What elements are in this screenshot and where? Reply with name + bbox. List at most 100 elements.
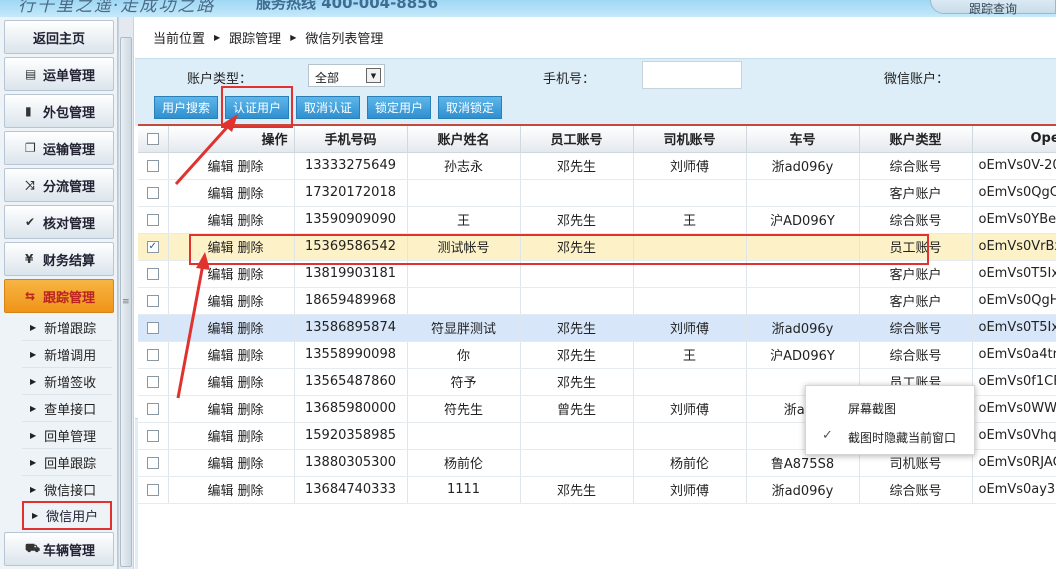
table-row[interactable]: 编辑 删除 13684740333 1111 邓先生 刘师傅 浙ad096y 综合账号 oEmV… <box>138 476 1056 504</box>
delete-link[interactable]: 删除 <box>237 457 263 472</box>
sidebar-item-finance[interactable]: ¥ 财务结算 <box>4 242 114 276</box>
row-checkbox[interactable] <box>146 321 159 334</box>
row-checkbox[interactable] <box>146 213 159 226</box>
col-header-driver[interactable]: 司机账号 <box>633 126 747 153</box>
phone-input[interactable] <box>642 61 742 89</box>
row-checkbox[interactable] <box>146 186 159 199</box>
checkbox[interactable] <box>138 368 169 396</box>
delete-link[interactable]: 删除 <box>237 484 263 499</box>
delete-link[interactable]: 删除 <box>237 349 263 364</box>
sub-item-new-dispatch[interactable]: ▶ 新增调用 <box>22 341 112 368</box>
sub-item-query-api[interactable]: ▶ 查单接口 <box>22 395 112 422</box>
col-header-plate[interactable]: 车号 <box>746 126 860 153</box>
sub-item-wechat-api[interactable]: ▶ 微信接口 <box>22 476 112 503</box>
checkbox[interactable] <box>138 449 169 477</box>
delete-link[interactable]: 删除 <box>237 403 263 418</box>
chevron-down-icon[interactable]: ▼ <box>366 68 381 83</box>
sidebar-item-outsourcing[interactable]: ▮ 外包管理 <box>4 94 114 128</box>
row-checkbox[interactable] <box>146 456 159 469</box>
certify-user-button[interactable]: 认证用户 <box>225 96 289 119</box>
edit-link[interactable]: 编辑 <box>207 403 233 418</box>
row-checkbox[interactable] <box>146 267 159 280</box>
breadcrumb-level1[interactable]: 跟踪管理 <box>229 28 281 47</box>
col-header-name[interactable]: 账户姓名 <box>407 126 521 153</box>
checkbox[interactable] <box>146 132 159 145</box>
table-row[interactable]: 编辑 删除 18659489968 客户账户 oEmVs0QgH <box>138 287 1056 315</box>
delete-link[interactable]: 删除 <box>237 322 263 337</box>
checkbox[interactable] <box>138 179 169 207</box>
cancel-certify-button[interactable]: 取消认证 <box>296 96 360 119</box>
edit-link[interactable]: 编辑 <box>207 214 233 229</box>
edit-link[interactable]: 编辑 <box>207 160 233 175</box>
sub-item-new-tracking[interactable]: ▶ 新增跟踪 <box>22 314 112 341</box>
splitter-grip-icon[interactable]: ≡ <box>122 298 130 307</box>
edit-link[interactable]: 编辑 <box>207 241 233 256</box>
table-row[interactable]: 编辑 删除 13558990098 你邓先生王沪AD096Y 综合账号 oEmVs0a4t… <box>138 341 1056 369</box>
sidebar-item-verify[interactable]: ✔ 核对管理 <box>4 205 114 239</box>
row-checkbox[interactable] <box>146 294 159 307</box>
sub-item-receipt-manage[interactable]: ▶ 回单管理 <box>22 422 112 449</box>
sidebar-item-waybill[interactable]: ▤ 运单管理 <box>4 57 114 91</box>
sidebar-scrollbar[interactable]: ≡ <box>118 17 134 569</box>
sidebar-item-diversion[interactable]: ⤨ 分流管理 <box>4 168 114 202</box>
checkbox[interactable] <box>138 314 169 342</box>
checkbox[interactable] <box>138 422 169 450</box>
sidebar-item-transport[interactable]: ❐ 运输管理 <box>4 131 114 165</box>
delete-link[interactable]: 删除 <box>237 295 263 310</box>
col-header-type[interactable]: 账户类型 <box>859 126 973 153</box>
edit-link[interactable]: 编辑 <box>207 430 233 445</box>
delete-link[interactable]: 删除 <box>237 160 263 175</box>
delete-link[interactable]: 删除 <box>237 268 263 283</box>
row-checkbox[interactable]: ✓ <box>146 240 159 253</box>
delete-link[interactable]: 删除 <box>237 376 263 391</box>
unlock-user-button[interactable]: 取消锁定 <box>438 96 502 119</box>
table-row[interactable]: 编辑 删除 17320172018 客户账户 oEmVs0QgC <box>138 179 1056 207</box>
edit-link[interactable]: 编辑 <box>207 457 233 472</box>
table-row[interactable]: 编辑 删除 13819903181 客户账户 oEmVs0T5Ix <box>138 260 1056 288</box>
edit-link[interactable]: 编辑 <box>207 295 233 310</box>
user-search-button[interactable]: 用户搜索 <box>154 96 218 119</box>
row-checkbox[interactable] <box>146 375 159 388</box>
checkbox[interactable] <box>138 206 169 234</box>
delete-link[interactable]: 删除 <box>237 430 263 445</box>
row-checkbox[interactable] <box>146 429 159 442</box>
home-button[interactable]: 返回主页 <box>4 20 114 54</box>
edit-link[interactable]: 编辑 <box>207 268 233 283</box>
delete-link[interactable]: 删除 <box>237 187 263 202</box>
edit-link[interactable]: 编辑 <box>207 376 233 391</box>
checkbox[interactable] <box>138 260 169 288</box>
table-row[interactable]: 编辑 删除 13586895874 符显胖测试 邓先生 刘师傅 浙ad096y 综合账号 oEm… <box>138 314 1056 342</box>
table-row[interactable]: 编辑 删除 13590909090 王邓先生王沪AD096Y 综合账号 oEmVs0YBe… <box>138 206 1056 234</box>
delete-link[interactable]: 删除 <box>237 214 263 229</box>
context-menu-hide-window[interactable]: 截图时隐藏当前窗口 <box>848 429 956 446</box>
checkbox[interactable] <box>138 395 169 423</box>
checkbox[interactable] <box>138 341 169 369</box>
lock-user-button[interactable]: 锁定用户 <box>367 96 431 119</box>
row-checkbox[interactable] <box>146 159 159 172</box>
edit-link[interactable]: 编辑 <box>207 349 233 364</box>
sub-item-wechat-users[interactable]: ▶ 微信用户 <box>22 501 112 530</box>
checkbox[interactable] <box>138 476 169 504</box>
sidebar-item-tracking[interactable]: ⇆ 跟踪管理 <box>4 279 114 313</box>
checkbox[interactable] <box>138 287 169 315</box>
tracking-query-button[interactable]: 跟踪查询 <box>930 0 1056 16</box>
sub-item-new-signoff[interactable]: ▶ 新增签收 <box>22 368 112 395</box>
account-type-select[interactable]: 全部 ▼ <box>308 64 385 87</box>
row-checkbox[interactable] <box>146 402 159 415</box>
edit-link[interactable]: 编辑 <box>207 484 233 499</box>
checkbox[interactable] <box>138 152 169 180</box>
row-checkbox[interactable] <box>146 348 159 361</box>
sub-item-receipt-tracking[interactable]: ▶ 回单跟踪 <box>22 449 112 476</box>
select-all-checkbox[interactable] <box>138 126 169 153</box>
context-menu-screenshot[interactable]: 屏幕截图 <box>848 400 896 417</box>
delete-link[interactable]: 删除 <box>237 241 263 256</box>
edit-link[interactable]: 编辑 <box>207 187 233 202</box>
edit-link[interactable]: 编辑 <box>207 322 233 337</box>
col-header-openid[interactable]: Ope <box>972 126 1056 153</box>
table-row[interactable]: 编辑 删除 13333275649 孙志永 邓先生 刘师傅 浙ad096y 综合账号 oEmVs… <box>138 152 1056 180</box>
sidebar-item-vehicle[interactable]: ⛟ 车辆管理 <box>4 532 114 566</box>
col-header-phone[interactable]: 手机号码 <box>294 126 408 153</box>
checkbox[interactable]: ✓ <box>138 233 169 261</box>
table-row[interactable]: ✓ 编辑 删除 15369586542 测试帐号 邓先生 员工账号 oEmVs0VrBx <box>138 233 1056 261</box>
row-checkbox[interactable] <box>146 483 159 496</box>
